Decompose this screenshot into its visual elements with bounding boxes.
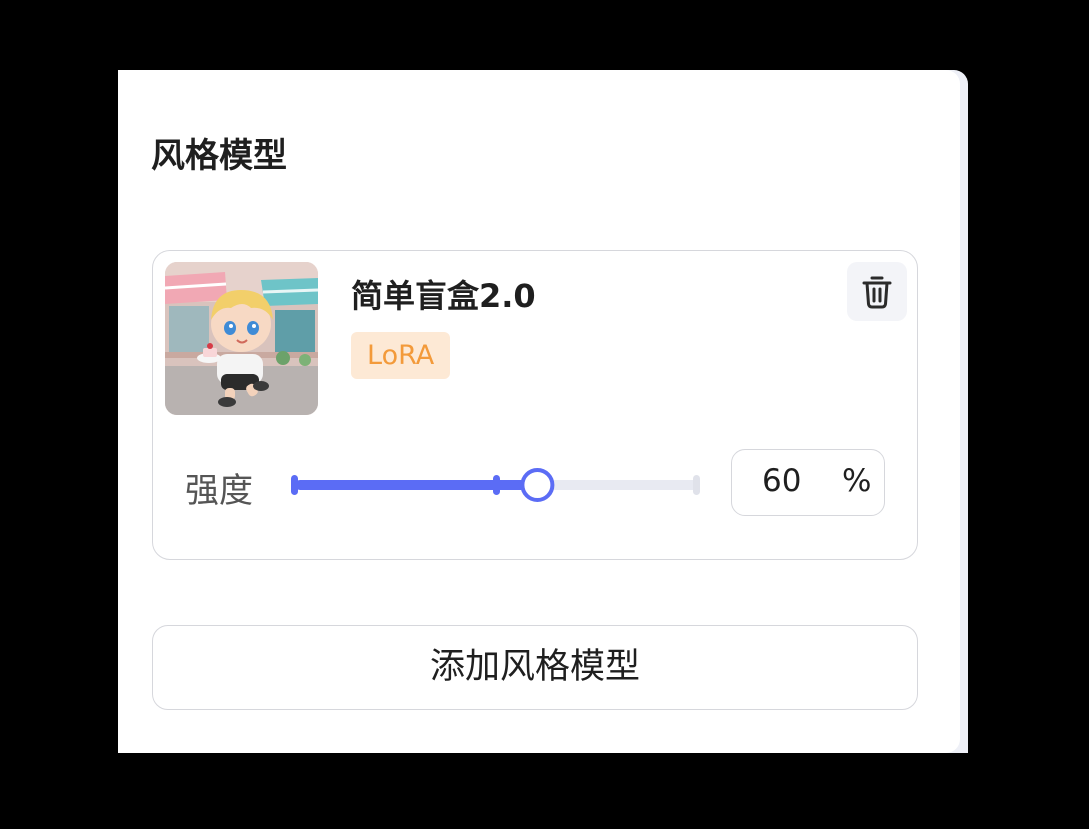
model-name: 简单盲盒2.0	[351, 277, 536, 315]
slider-fill	[295, 480, 538, 490]
model-thumbnail-image	[165, 262, 318, 415]
strength-value-input[interactable]: 60 %	[731, 449, 885, 516]
model-thumbnail	[165, 262, 318, 415]
slider-thumb[interactable]	[520, 468, 555, 502]
slider-max-tick	[693, 475, 700, 495]
add-style-model-button[interactable]: 添加风格模型	[152, 625, 918, 710]
style-model-panel: 风格模型 简单盲盒2.0 LoRA 强度 60 % 添加风格模型	[118, 70, 968, 753]
slider-min-tick	[291, 475, 298, 495]
strength-label: 强度	[185, 471, 253, 511]
strength-slider[interactable]	[291, 465, 705, 505]
section-title: 风格模型	[151, 136, 287, 176]
delete-model-button[interactable]	[847, 262, 907, 321]
strength-unit: %	[842, 463, 872, 499]
trash-icon	[862, 276, 892, 308]
model-type-badge: LoRA	[351, 332, 451, 379]
slider-mid-tick	[493, 475, 500, 495]
strength-value: 60	[762, 463, 802, 499]
style-model-panel-body: 风格模型 简单盲盒2.0 LoRA 强度 60 % 添加风格模型	[118, 70, 960, 753]
style-model-card: 简单盲盒2.0 LoRA 强度 60 %	[152, 250, 918, 560]
